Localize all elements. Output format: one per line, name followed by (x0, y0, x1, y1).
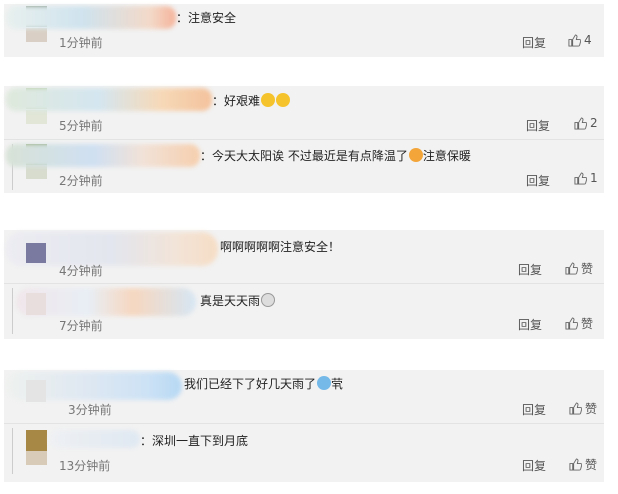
comment-row: ：注意安全 1分钟前 回复 4 (4, 4, 604, 57)
avatar-lower (26, 165, 47, 179)
reply-button[interactable]: 回复 (526, 117, 550, 134)
like-count: 赞 (585, 402, 598, 416)
comment-text-tail: 茕 (331, 377, 344, 391)
comment-row: ：好艰难 5分钟前 回复 2 (4, 86, 604, 139)
like-count: 1 (590, 171, 598, 185)
comment-time: 7分钟前 (59, 319, 103, 333)
comment-card: 我们已经下了好几天雨了茕 3分钟前 回复 赞 ：深圳一直下到月底 13分钟前 回… (4, 370, 604, 482)
avatar-lower (26, 451, 47, 465)
crying-emoji-icon (317, 376, 332, 390)
laughing-tears-emoji-icon (261, 93, 276, 107)
comment-card: ：注意安全 1分钟前 回复 4 (4, 4, 604, 57)
avatar[interactable] (26, 380, 46, 402)
avatar[interactable] (26, 430, 47, 451)
comment-row: 啊啊啊啊啊注意安全！ 4分钟前 回复 赞 (4, 230, 604, 283)
comment-text-content: ：好艰难 (212, 94, 261, 108)
reply-button[interactable]: 回复 (522, 457, 546, 474)
comment-time: 4分钟前 (59, 264, 103, 278)
comment-card: 啊啊啊啊啊注意安全！ 4分钟前 回复 赞 真是天天雨 7分钟前 回复 赞 (4, 230, 604, 339)
comment-time: 2分钟前 (59, 174, 103, 188)
like-button[interactable]: 赞 (565, 315, 593, 332)
blurred-username (50, 430, 140, 448)
avatar-lower (26, 110, 47, 124)
reply-button[interactable]: 回复 (518, 261, 542, 278)
thumbs-up-icon (574, 116, 587, 130)
comment-card: ：好艰难 5分钟前 回复 2 ：今天大太阳诶 不过最近是有点降温了 注意保暖 2分… (4, 86, 604, 193)
reply-button[interactable]: 回复 (522, 401, 546, 418)
comment-text: ：注意安全 (176, 11, 237, 25)
like-count: 赞 (585, 458, 598, 472)
comment-text-content: 我们已经下了好几天雨了 (184, 377, 317, 391)
reply-button[interactable]: 回复 (522, 34, 546, 51)
comment-text-content: ：今天大太阳诶 不过最近是有点降温了 (200, 149, 408, 163)
comment-time: 1分钟前 (59, 36, 103, 50)
comment-text: ：今天大太阳诶 不过最近是有点降温了 注意保暖 (200, 148, 471, 164)
thumbs-up-icon (565, 317, 578, 330)
comment-row: ：深圳一直下到月底 13分钟前 回复 赞 (4, 423, 604, 477)
like-button[interactable]: 2 (574, 116, 598, 130)
rain-face-emoji-icon (261, 293, 276, 307)
thumbs-up-icon (565, 262, 578, 275)
avatar-lower (26, 28, 47, 42)
comment-text: ：好艰难 (212, 93, 291, 109)
avatar[interactable] (26, 293, 46, 315)
comment-text: 我们已经下了好几天雨了茕 (184, 376, 343, 392)
comment-text-tail: 注意保暖 (422, 149, 471, 163)
comment-row: 我们已经下了好几天雨了茕 3分钟前 回复 赞 (4, 370, 604, 423)
blurred-username (6, 6, 176, 29)
like-button[interactable]: 1 (574, 171, 598, 185)
comment-row: ：今天大太阳诶 不过最近是有点降温了 注意保暖 2分钟前 回复 1 (4, 139, 604, 193)
like-button[interactable]: 赞 (569, 400, 597, 417)
thread-line (12, 428, 13, 474)
thumbs-up-icon (574, 171, 587, 185)
thumbs-up-icon (569, 402, 582, 415)
blushing-emoji-icon (408, 148, 423, 162)
comment-text-content: 真是天天雨 (200, 294, 261, 308)
blurred-username (6, 88, 212, 111)
like-button[interactable]: 赞 (569, 456, 597, 473)
thumbs-up-icon (569, 458, 582, 471)
comment-time: 5分钟前 (59, 119, 103, 133)
reply-button[interactable]: 回复 (526, 172, 550, 189)
comment-text: 真是天天雨 (200, 293, 276, 309)
comment-time: 3分钟前 (68, 403, 112, 417)
like-count: 4 (584, 33, 592, 47)
reply-button[interactable]: 回复 (518, 316, 542, 333)
comment-time: 13分钟前 (59, 459, 111, 473)
comment-row: 真是天天雨 7分钟前 回复 赞 (4, 283, 604, 337)
avatar[interactable] (26, 243, 46, 263)
like-button[interactable]: 4 (568, 33, 592, 47)
thread-line (12, 288, 13, 334)
comment-text: ：深圳一直下到月底 (140, 434, 249, 448)
thumbs-up-icon (568, 33, 581, 47)
like-button[interactable]: 赞 (565, 260, 593, 277)
like-count: 赞 (581, 262, 594, 276)
like-count: 赞 (581, 317, 594, 331)
like-count: 2 (590, 116, 598, 130)
blurred-username (6, 144, 200, 167)
comment-text: 啊啊啊啊啊注意安全！ (220, 240, 341, 254)
laughing-tears-emoji-icon (276, 93, 291, 107)
